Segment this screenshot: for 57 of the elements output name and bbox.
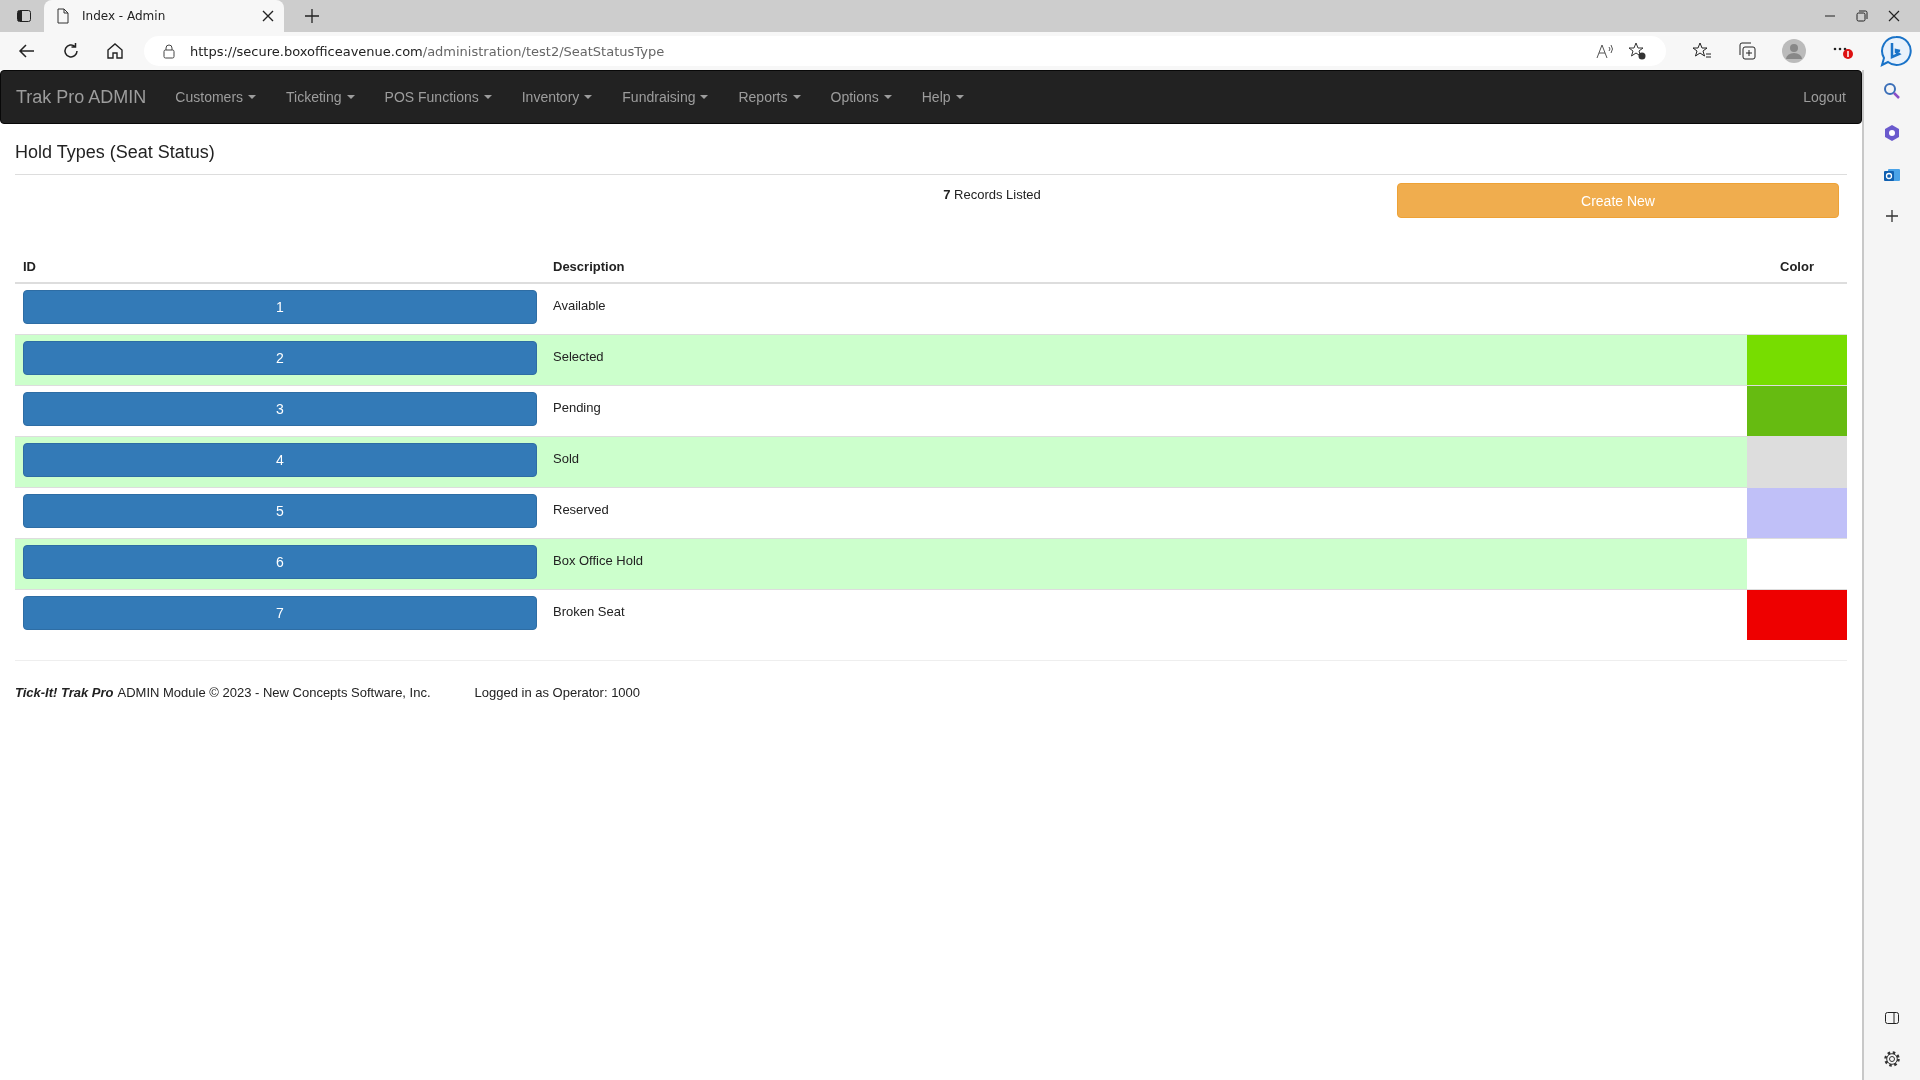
description-cell: Broken Seat xyxy=(553,604,625,619)
description-cell: Pending xyxy=(553,400,601,415)
settings-icon[interactable] xyxy=(1883,1050,1901,1068)
page-icon xyxy=(56,8,70,24)
column-header: Color xyxy=(1780,259,1814,274)
column-header: ID xyxy=(23,259,36,274)
lock-icon xyxy=(162,43,176,59)
tab-actions-icon[interactable] xyxy=(16,8,32,24)
tab-title: Index - Admin xyxy=(82,9,167,23)
nav-menu-item[interactable]: Reports xyxy=(723,89,816,105)
id-button[interactable]: 3 xyxy=(23,392,537,426)
logout-link[interactable]: Logout xyxy=(1788,89,1846,105)
add-icon[interactable] xyxy=(1884,208,1900,224)
restore-icon[interactable] xyxy=(1856,10,1868,22)
favorites-icon[interactable] xyxy=(1692,42,1712,60)
nav-menu-item[interactable]: Options xyxy=(815,89,907,105)
id-button[interactable]: 2 xyxy=(23,341,537,375)
description-cell: Box Office Hold xyxy=(553,553,644,568)
nav-menu-item[interactable]: Fundraising xyxy=(607,89,724,105)
description-cell: Selected xyxy=(553,349,604,364)
side-panel-icon[interactable] xyxy=(1884,1010,1900,1026)
id-button[interactable]: 6 xyxy=(23,545,537,579)
home-icon[interactable] xyxy=(106,42,124,60)
id-button[interactable]: 4 xyxy=(23,443,537,477)
mail-app-icon[interactable] xyxy=(1883,166,1901,184)
description-cell: Reserved xyxy=(553,502,609,517)
reload-icon[interactable] xyxy=(62,42,80,60)
records-count: 7 Records Listed xyxy=(943,187,1041,202)
footer-brand: Tick-It! Trak Pro xyxy=(15,685,114,700)
footer-copyright: ADMIN Module © 2023 - New Concepts Software, Inc. xyxy=(117,685,431,700)
nav-menu-item[interactable]: Ticketing xyxy=(271,89,370,105)
id-button[interactable]: 7 xyxy=(23,596,537,630)
id-button[interactable]: 5 xyxy=(23,494,537,528)
browser-tab[interactable]: Index - Admin xyxy=(44,0,284,32)
operator-label: Logged in as Operator: 1000 xyxy=(474,685,641,700)
description-cell: Sold xyxy=(553,451,580,466)
close-icon[interactable] xyxy=(1888,10,1900,22)
close-icon[interactable] xyxy=(262,10,274,22)
hexagon-app-icon[interactable] xyxy=(1883,124,1901,142)
search-icon[interactable] xyxy=(1883,82,1901,100)
nav-menu-item[interactable]: Customers xyxy=(160,89,272,105)
nav-menu-item[interactable]: Inventory xyxy=(506,89,608,105)
address-bar[interactable]: https://secure.boxofficeavenue.com/administration/test2/SeatStatusType xyxy=(144,36,1666,66)
chat-logo-icon[interactable] xyxy=(1880,35,1912,67)
new-tab-icon[interactable] xyxy=(304,8,320,24)
star-plus-icon[interactable] xyxy=(1628,42,1646,60)
column-header: Description xyxy=(553,259,625,274)
back-arrow-icon[interactable] xyxy=(18,42,36,60)
nav-menu-item[interactable]: POS Functions xyxy=(369,89,507,105)
description-cell: Available xyxy=(553,298,606,313)
read-aloud-icon[interactable] xyxy=(1596,43,1614,59)
brand-link[interactable]: Trak Pro ADMIN xyxy=(16,86,147,108)
page-title: Hold Types (Seat Status) xyxy=(15,124,1847,175)
nav-menu-item[interactable]: Help xyxy=(906,89,979,105)
id-button[interactable]: 1 xyxy=(23,290,537,324)
profile-icon[interactable] xyxy=(1782,39,1806,63)
collections-icon[interactable] xyxy=(1738,42,1756,60)
